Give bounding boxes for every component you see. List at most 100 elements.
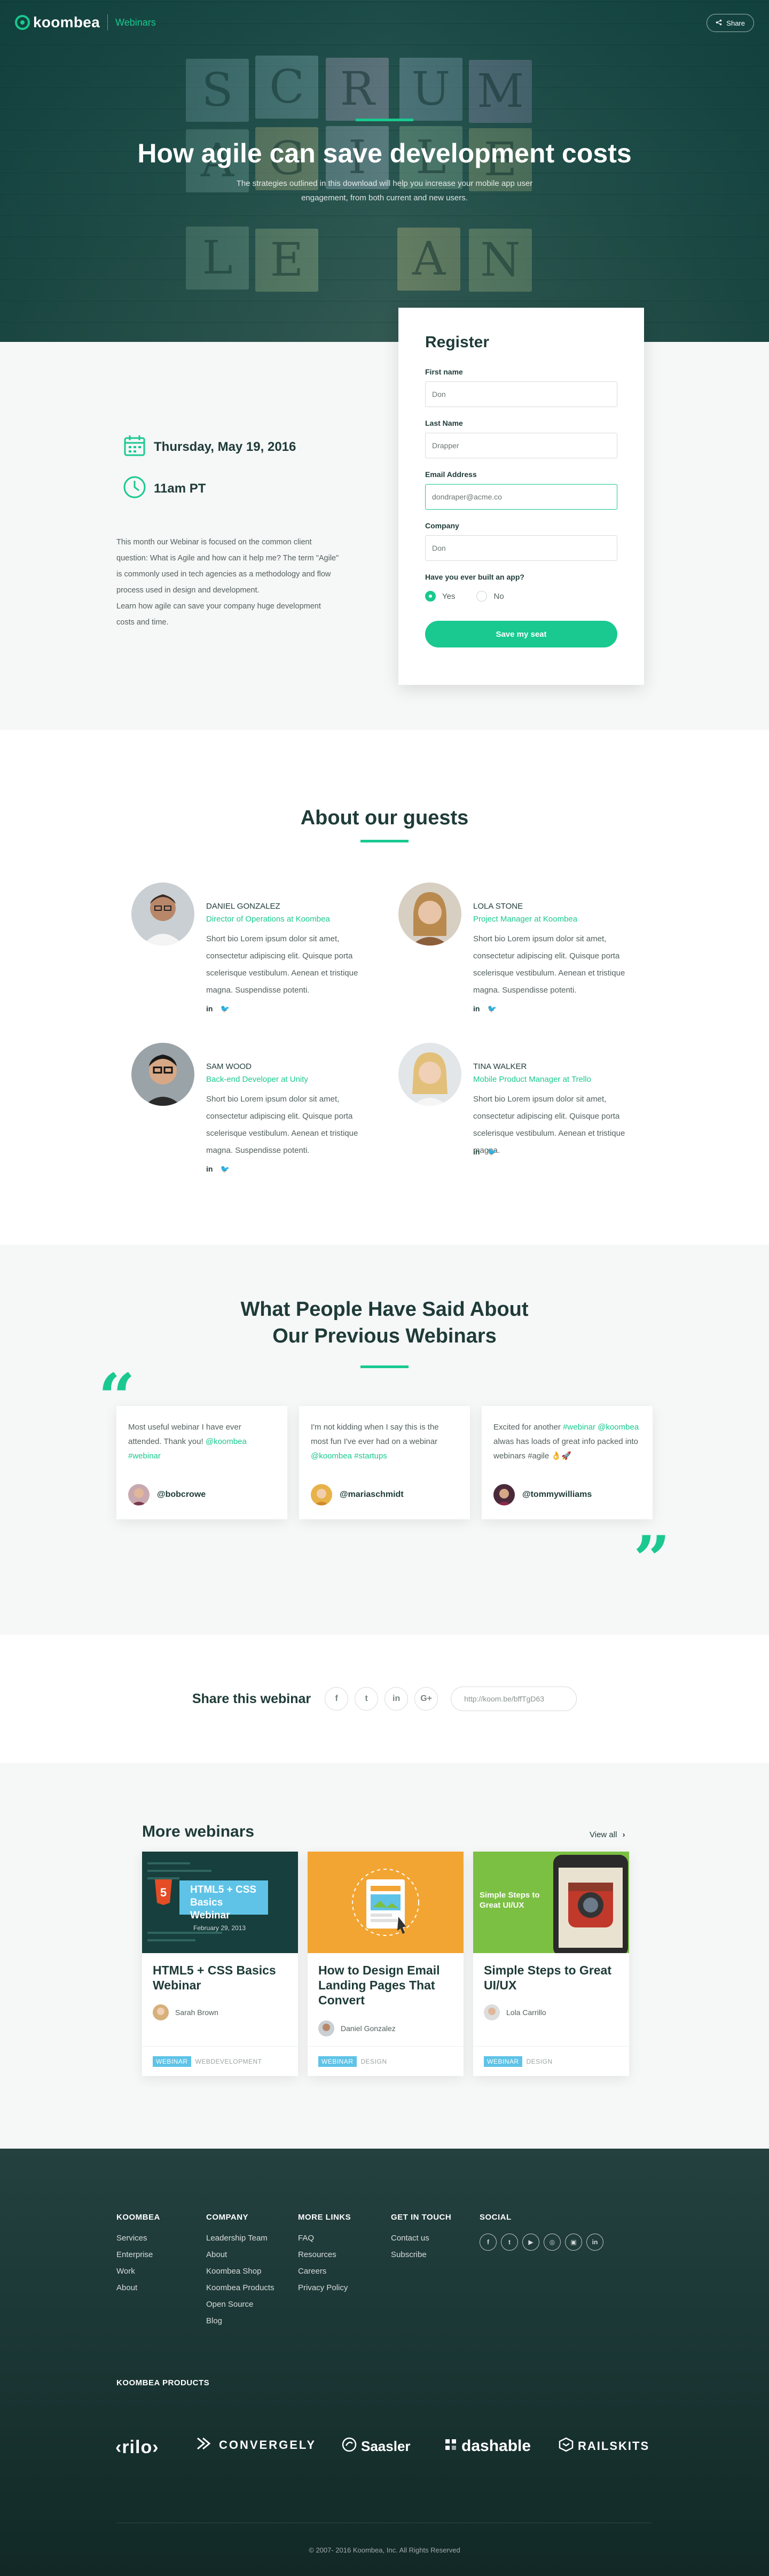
calendar-icon [123, 434, 146, 460]
first-name-field[interactable] [425, 381, 617, 407]
webinar-card[interactable]: 5 HTML5 + CSS Basics Webinar February 29… [142, 1852, 298, 2076]
email-label: Email Address [425, 470, 477, 479]
share-button[interactable]: Share [707, 14, 754, 32]
footer-link[interactable]: Blog [206, 2316, 274, 2325]
webinar-thumbnail [308, 1852, 464, 1953]
footer-link[interactable]: FAQ [298, 2234, 351, 2243]
footer-link[interactable]: About [116, 2283, 160, 2292]
register-title: Register [425, 333, 490, 351]
dribbble-icon[interactable]: ◎ [544, 2234, 561, 2251]
testimonial-card: Most useful webinar I have ever attended… [116, 1406, 287, 1519]
guest-card: TINA WALKER Mobile Product Manager at Tr… [398, 1043, 644, 1182]
twitter-icon[interactable]: 🐦 [220, 1004, 229, 1013]
footer-link[interactable]: Leadership Team [206, 2234, 274, 2243]
share-title: Share this webinar [192, 1691, 311, 1706]
railskits-icon [559, 2437, 574, 2455]
footer-col-get-in-touch: GET IN TOUCH Contact us Subscribe [391, 2213, 452, 2259]
footer-link[interactable]: Work [116, 2267, 160, 2276]
view-all-link[interactable]: View all › [590, 1830, 625, 1839]
facebook-icon[interactable]: f [480, 2234, 497, 2251]
linkedin-icon[interactable]: in [586, 2234, 603, 2251]
radio-yes[interactable]: Yes [425, 591, 455, 602]
linkedin-icon[interactable]: in [384, 1687, 409, 1711]
webinar-thumbnail: Simple Steps to Great UI/UX [473, 1852, 629, 1953]
footer-col-more-links: MORE LINKS FAQ Resources Careers Privacy… [298, 2213, 351, 2292]
testimonial-user[interactable]: @mariaschmidt [340, 1490, 404, 1500]
footer-link[interactable]: Resources [298, 2250, 351, 2259]
share-section: Share this webinar f t in G+ http://koom… [0, 1635, 769, 1763]
footer-link[interactable]: Contact us [391, 2234, 451, 2243]
testimonials-section: What People Have Said About Our Previous… [0, 1245, 769, 1635]
dashable-logo[interactable]: dashable [444, 2437, 531, 2455]
twitter-icon[interactable]: 🐦 [220, 1165, 229, 1174]
linkedin-icon[interactable]: in [473, 1148, 480, 1157]
radio-yes-indicator[interactable] [425, 591, 436, 602]
footer-col-koombea: KOOMBEA Services Enterprise Work About [116, 2213, 160, 2292]
guest-role: Mobile Product Manager at Trello [473, 1075, 591, 1084]
webinar-author: Sarah Brown [153, 2004, 218, 2020]
hero-title: How agile can save development costs [137, 138, 632, 168]
event-description: This month our Webinar is focused on the… [116, 538, 339, 627]
avatar [128, 1484, 150, 1505]
youtube-icon[interactable]: ▶ [522, 2234, 539, 2251]
first-name-label: First name [425, 368, 463, 376]
radio-no[interactable]: No [476, 591, 504, 602]
twitter-icon[interactable]: 🐦 [487, 1004, 496, 1013]
twitter-icon[interactable]: t [355, 1687, 379, 1711]
tag-label[interactable]: DESIGN [527, 2058, 553, 2065]
tag-badge[interactable]: WEBINAR [484, 2056, 522, 2067]
facebook-icon[interactable]: f [325, 1687, 349, 1711]
google-plus-icon[interactable]: G+ [414, 1687, 438, 1711]
tag-label[interactable]: DESIGN [361, 2058, 387, 2065]
railskits-logo[interactable]: RAILSKITS [559, 2437, 649, 2455]
webinars-section-link[interactable]: Webinars [115, 17, 156, 28]
twitter-icon[interactable]: 🐦 [487, 1148, 496, 1157]
saasler-logo[interactable]: Saasler [342, 2437, 411, 2456]
testimonial-user[interactable]: @bobcrowe [157, 1490, 206, 1500]
guest-name: DANIEL GONZALEZ [206, 902, 280, 911]
convergely-logo[interactable]: CONVERGELY [197, 2437, 316, 2453]
last-name-field[interactable] [425, 433, 617, 458]
webinar-thumbnail: 5 HTML5 + CSS Basics Webinar February 29… [142, 1852, 298, 1953]
webinar-card[interactable]: How to Design Email Landing Pages That C… [308, 1852, 464, 2076]
koombea-logo[interactable]: koombea [15, 14, 100, 31]
company-field[interactable] [425, 535, 617, 561]
hero-subtitle: The strategies outlined in this download… [236, 179, 533, 202]
footer-link[interactable]: Koombea Products [206, 2283, 274, 2292]
top-navigation: koombea Webinars [0, 0, 769, 45]
share-icon [716, 19, 722, 27]
footer-link[interactable]: Services [116, 2234, 160, 2243]
instagram-icon[interactable]: ▣ [565, 2234, 582, 2251]
linkedin-icon[interactable]: in [473, 1004, 480, 1013]
twitter-icon[interactable]: t [501, 2234, 518, 2251]
linkedin-icon[interactable]: in [206, 1165, 213, 1174]
save-my-seat-button[interactable]: Save my seat [425, 621, 617, 647]
footer-link[interactable]: Careers [298, 2267, 351, 2276]
webinar-author: Daniel Gonzalez [318, 2020, 396, 2036]
footer-link[interactable]: Open Source [206, 2300, 274, 2309]
koombea-logo-icon [15, 15, 30, 30]
webinar-card[interactable]: Simple Steps to Great UI/UX Simple Steps… [473, 1852, 629, 2076]
radio-no-indicator[interactable] [476, 591, 488, 602]
footer-link[interactable]: About [206, 2250, 274, 2259]
footer-link[interactable]: Koombea Shop [206, 2267, 274, 2276]
register-form: Register First name Last Name Email Addr… [398, 308, 644, 685]
share-url-field[interactable]: http://koom.be/bffTgD63 [451, 1687, 577, 1711]
guest-bio: Short bio Lorem ipsum dolor sit amet, co… [206, 934, 358, 995]
footer-link[interactable]: Enterprise [116, 2250, 160, 2259]
tag-badge[interactable]: WEBINAR [153, 2056, 191, 2067]
email-field[interactable] [425, 484, 617, 510]
footer-link[interactable]: Privacy Policy [298, 2283, 351, 2292]
guest-role: Project Manager at Koombea [473, 915, 578, 924]
guest-role: Back-end Developer at Unity [206, 1075, 308, 1084]
linkedin-icon[interactable]: in [206, 1004, 213, 1013]
tag-label[interactable]: WEBDEVELOPMENT [195, 2058, 262, 2065]
rilo-logo[interactable]: ‹rilo› [115, 2437, 159, 2458]
footer-link[interactable]: Subscribe [391, 2250, 451, 2259]
testimonial-user[interactable]: @tommywilliams [522, 1490, 592, 1500]
guest-bio: Short bio Lorem ipsum dolor sit amet, co… [473, 1095, 625, 1155]
guest-name: SAM WOOD [206, 1062, 252, 1071]
webinar-title: HTML5 + CSS Basics Webinar [153, 1963, 276, 1992]
tag-badge[interactable]: WEBINAR [318, 2056, 357, 2067]
avatar [131, 883, 194, 946]
